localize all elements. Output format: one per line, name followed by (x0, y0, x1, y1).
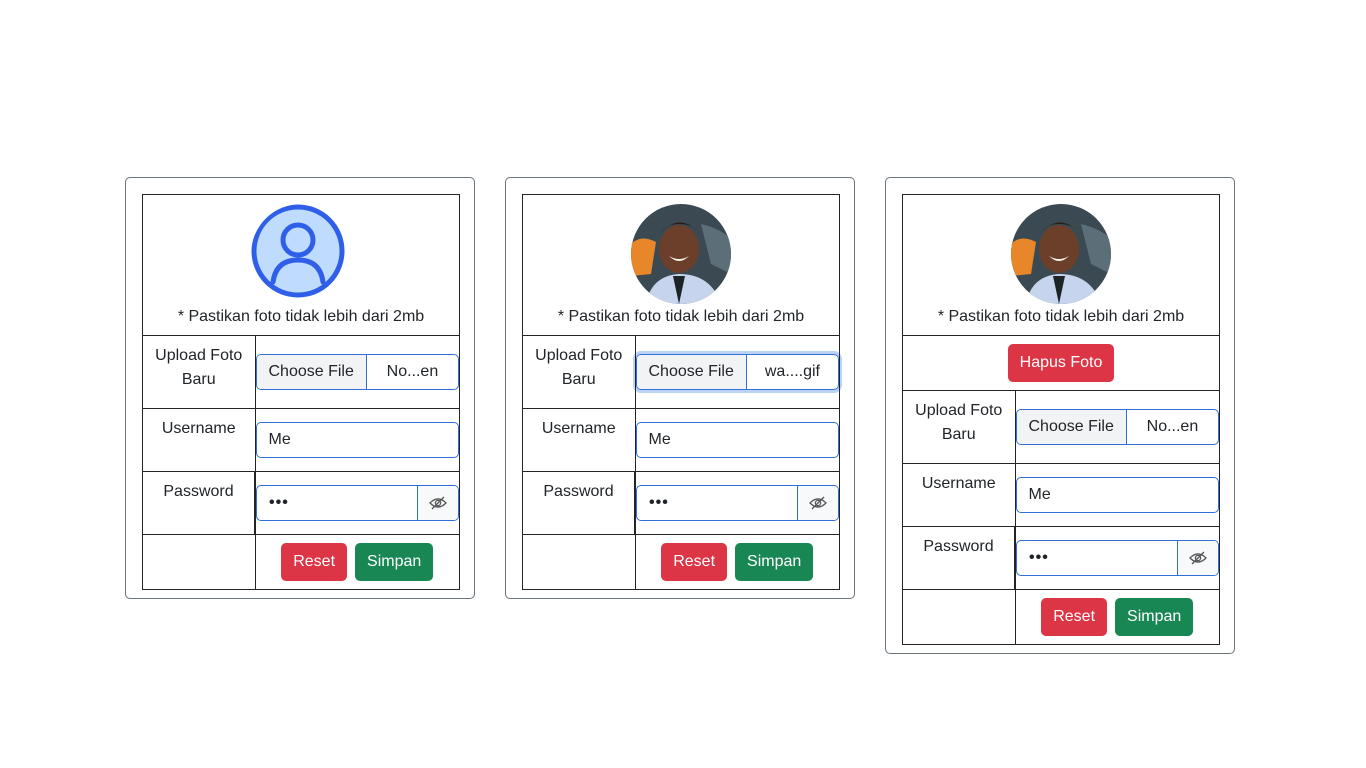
eye-slash-icon[interactable] (797, 486, 838, 520)
photo-cell: * Pastikan foto tidak lebih dari 2mb (902, 194, 1220, 336)
password-label: Password (142, 471, 256, 535)
profile-photo (631, 204, 731, 304)
username-label: Username (142, 408, 256, 472)
file-upload-input[interactable]: Choose File wa....gif (635, 354, 839, 390)
password-input[interactable]: ••• (637, 486, 797, 520)
file-upload-input[interactable]: Choose File No...en (255, 354, 459, 390)
profile-card-with-delete: * Pastikan foto tidak lebih dari 2mb Hap… (885, 177, 1235, 654)
file-name-text: No...en (386, 363, 439, 380)
choose-file-button[interactable]: Choose File (256, 355, 367, 389)
delete-photo-button[interactable]: Hapus Foto (1007, 344, 1115, 382)
reset-button[interactable]: Reset (661, 543, 728, 581)
reset-button[interactable]: Reset (1041, 598, 1108, 636)
choose-file-button[interactable]: Choose File (1016, 410, 1127, 444)
eye-slash-icon[interactable] (1177, 541, 1218, 575)
photo-size-note: * Pastikan foto tidak lebih dari 2mb (937, 308, 1185, 325)
upload-photo-label: Upload Foto Baru (142, 335, 256, 409)
username-input[interactable]: Me (1015, 477, 1219, 513)
password-field: ••• (1016, 540, 1219, 576)
username-input[interactable]: Me (635, 422, 839, 458)
password-field: ••• (256, 485, 459, 521)
save-button[interactable]: Simpan (355, 543, 434, 581)
profile-card-default: * Pastikan foto tidak lebih dari 2mb Upl… (125, 177, 475, 599)
eye-slash-icon[interactable] (417, 486, 458, 520)
file-name-text: No...en (1146, 418, 1199, 435)
default-user-icon (251, 204, 351, 304)
profile-card-selected-file: * Pastikan foto tidak lebih dari 2mb Upl… (505, 177, 855, 599)
username-label: Username (902, 463, 1016, 527)
save-button[interactable]: Simpan (1115, 598, 1194, 636)
choose-file-button[interactable]: Choose File (636, 355, 747, 389)
photo-cell: * Pastikan foto tidak lebih dari 2mb (522, 194, 840, 336)
profile-photo (1011, 204, 1111, 304)
profile-form-table: * Pastikan foto tidak lebih dari 2mb Upl… (142, 194, 460, 590)
upload-photo-label: Upload Foto Baru (522, 335, 636, 409)
photo-cell: * Pastikan foto tidak lebih dari 2mb (142, 194, 460, 336)
file-upload-input[interactable]: Choose File No...en (1015, 409, 1219, 445)
save-button[interactable]: Simpan (735, 543, 814, 581)
password-label: Password (902, 526, 1016, 590)
profile-form-table: * Pastikan foto tidak lebih dari 2mb Upl… (522, 194, 840, 590)
upload-photo-label: Upload Foto Baru (902, 390, 1016, 464)
username-label: Username (522, 408, 636, 472)
profile-form-table: * Pastikan foto tidak lebih dari 2mb Hap… (902, 194, 1220, 645)
password-input[interactable]: ••• (1017, 541, 1177, 575)
file-name-text: wa....gif (764, 363, 820, 380)
password-input[interactable]: ••• (257, 486, 417, 520)
reset-button[interactable]: Reset (281, 543, 348, 581)
password-field: ••• (636, 485, 839, 521)
username-input[interactable]: Me (255, 422, 459, 458)
password-label: Password (522, 471, 636, 535)
photo-size-note: * Pastikan foto tidak lebih dari 2mb (177, 308, 425, 325)
photo-size-note: * Pastikan foto tidak lebih dari 2mb (557, 308, 805, 325)
